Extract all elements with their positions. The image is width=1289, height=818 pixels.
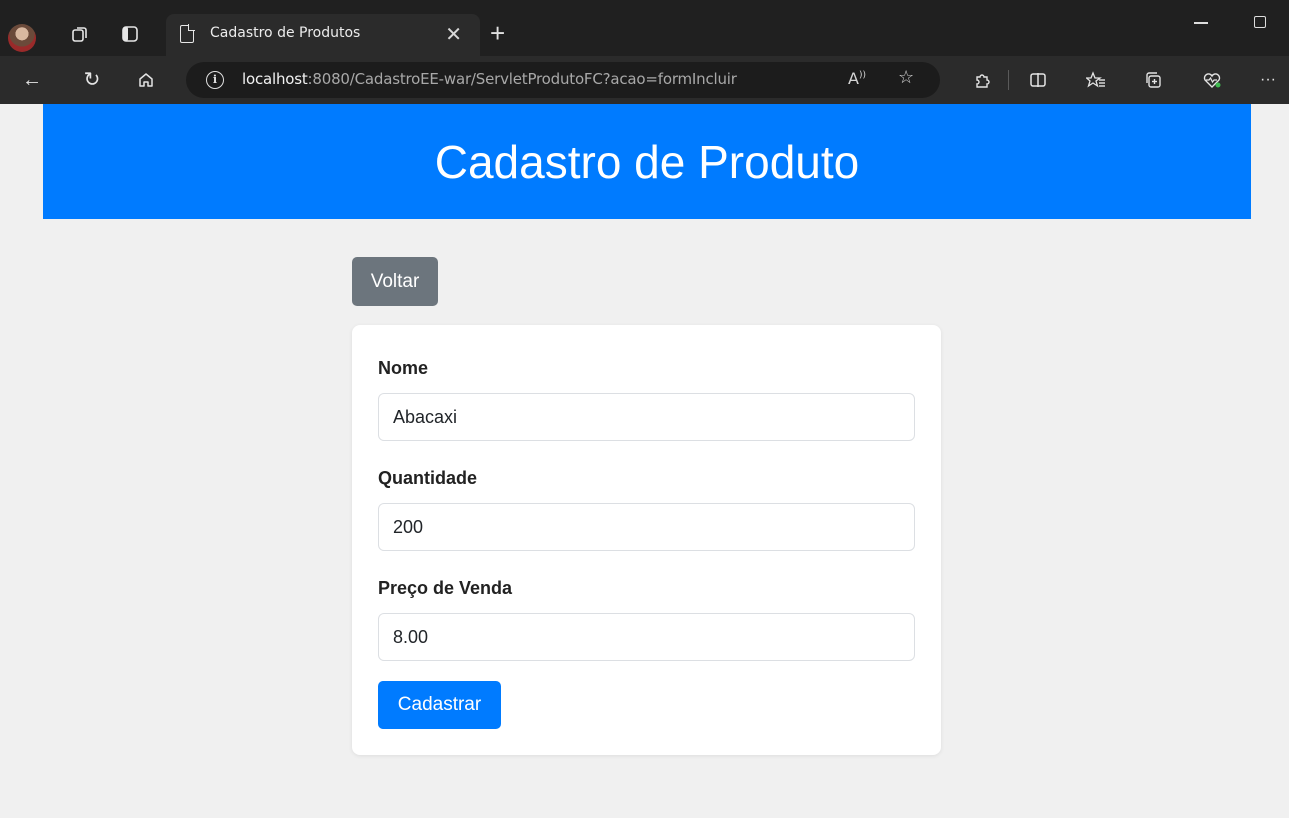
maximize-icon[interactable] [1254, 16, 1266, 28]
preco-label: Preço de Venda [378, 578, 513, 598]
tab-bar: Cadastro de Produtos ✕ + [0, 0, 1289, 56]
cadastrar-button[interactable]: Cadastrar [378, 681, 501, 729]
close-icon[interactable]: ✕ [445, 22, 462, 47]
favorite-star-icon[interactable]: ☆ [898, 67, 914, 88]
navigation-bar: ← ↻ i localhost:8080/CadastroEE-war/Serv… [0, 56, 1289, 104]
product-form-card: Nome Quantidade Preço de Venda Cadastrar [352, 325, 941, 755]
workspaces-icon[interactable] [68, 22, 92, 46]
nome-label: Nome [378, 358, 429, 378]
collections-icon[interactable] [1142, 68, 1166, 92]
url-text[interactable]: localhost:8080/CadastroEE-war/ServletPro… [242, 70, 737, 88]
split-screen-icon[interactable] [1026, 68, 1050, 92]
info-icon[interactable]: i [206, 71, 224, 89]
back-button[interactable]: Voltar [352, 257, 438, 306]
extensions-icon[interactable] [970, 68, 994, 92]
back-icon[interactable]: ← [20, 68, 44, 92]
more-icon[interactable]: ··· [1256, 68, 1280, 92]
tab-title: Cadastro de Produtos [210, 25, 361, 41]
nome-input[interactable] [378, 393, 915, 441]
favorites-icon[interactable] [1084, 68, 1108, 92]
address-bar[interactable]: i localhost:8080/CadastroEE-war/ServletP… [186, 62, 940, 98]
active-tab[interactable]: Cadastro de Produtos ✕ [166, 14, 480, 56]
url-host: localhost [242, 70, 308, 88]
minimize-icon[interactable] [1194, 22, 1208, 24]
url-path: :8080/CadastroEE-war/ServletProdutoFC?ac… [307, 70, 737, 88]
quantidade-input[interactable] [378, 503, 915, 551]
profile-avatar[interactable] [8, 24, 36, 52]
page-title: Cadastro de Produto [434, 135, 860, 188]
preco-input[interactable] [378, 613, 915, 661]
quantidade-label: Quantidade [378, 468, 478, 488]
page-viewport: Cadastro de Produto Voltar Nome Quantida… [6, 104, 1289, 818]
page-icon [180, 24, 195, 43]
refresh-icon[interactable]: ↻ [80, 68, 104, 92]
toolbar-separator [1008, 70, 1009, 90]
home-icon[interactable] [134, 68, 158, 92]
read-aloud-icon[interactable]: A)) [848, 69, 866, 88]
header-banner: Cadastro de Produto [43, 104, 1251, 219]
new-tab-icon[interactable]: + [490, 20, 505, 46]
tab-actions-icon[interactable] [118, 22, 142, 46]
browser-essentials-icon[interactable] [1200, 68, 1224, 92]
